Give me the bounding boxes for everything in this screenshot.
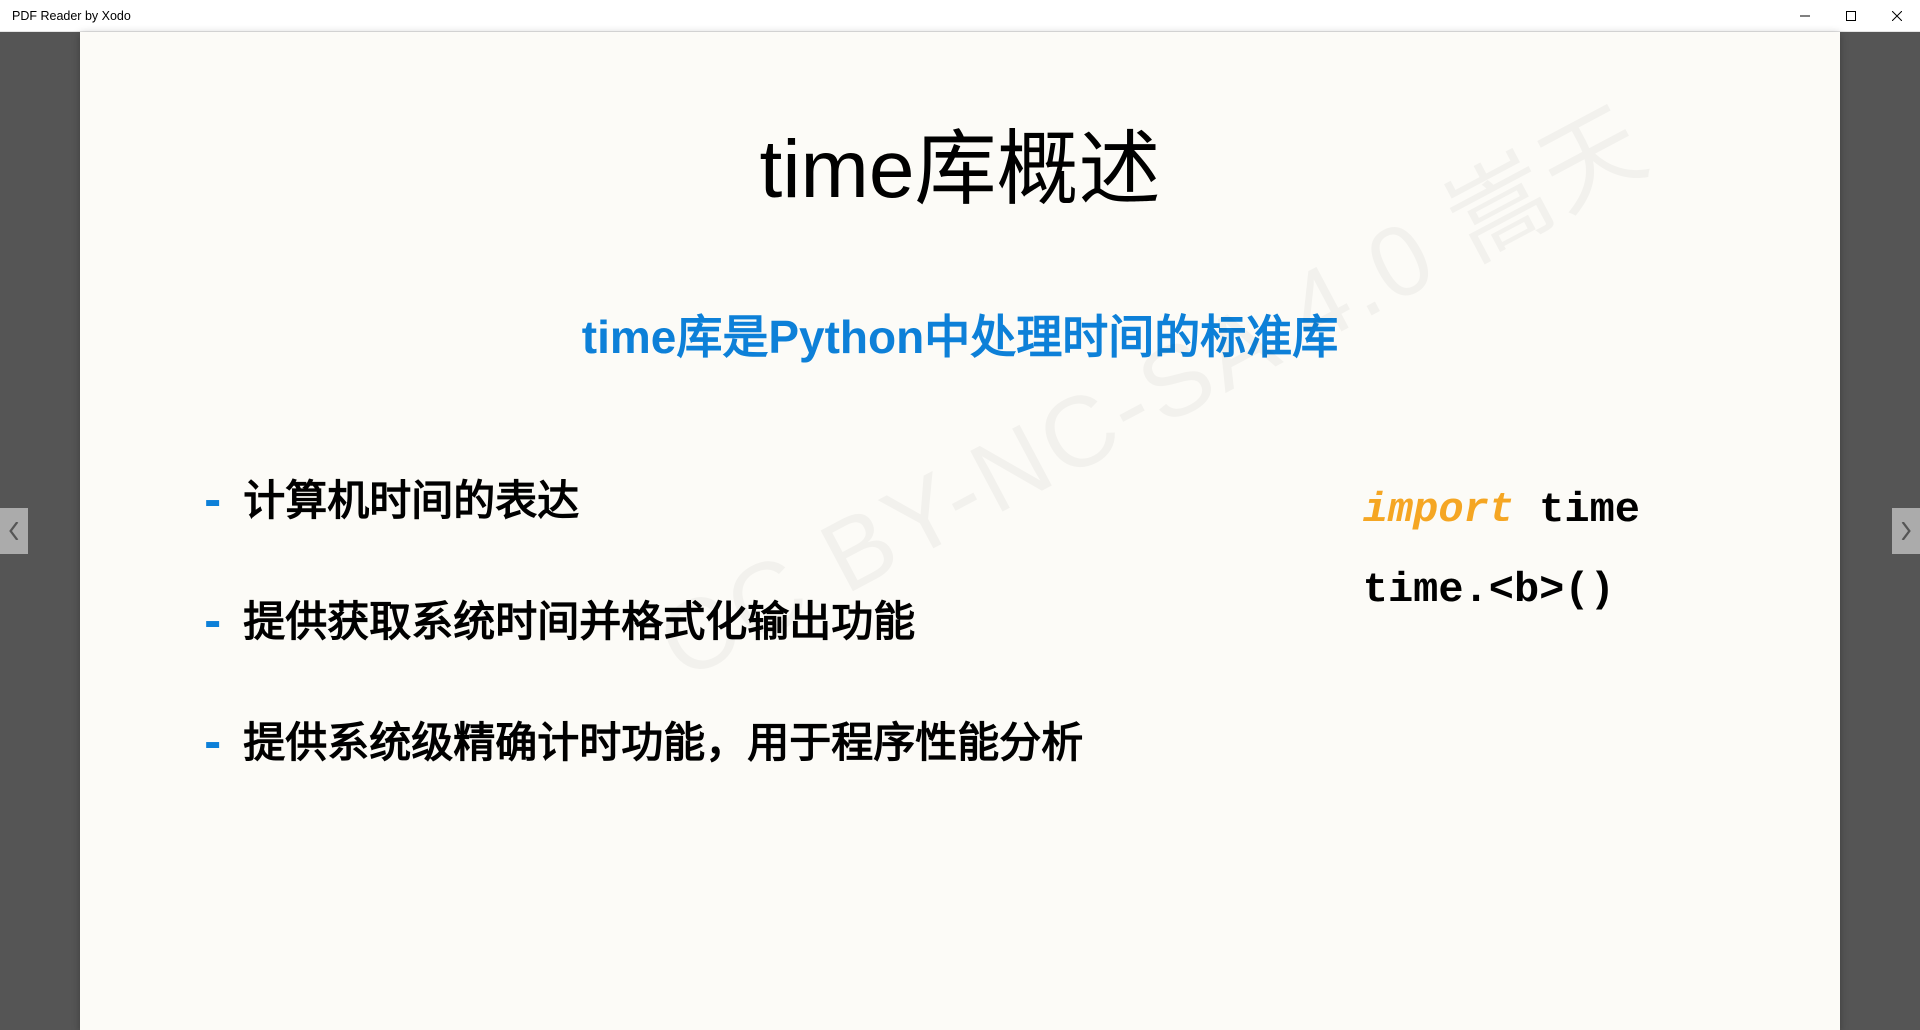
bullet-text: 提供系统级精确计时功能，用于程序性能分析	[243, 709, 1083, 770]
window-title: PDF Reader by Xodo	[12, 9, 131, 23]
pdf-page: CC BY-NC-SA 4.0 嵩天 time库概述 time库是Python中…	[80, 32, 1840, 1030]
close-icon	[1892, 11, 1902, 21]
code-keyword: import	[1363, 486, 1514, 534]
window-controls	[1782, 0, 1920, 31]
code-line: time.<b>()	[1363, 551, 1640, 631]
code-block: import time time.<b>()	[1363, 467, 1740, 631]
bullet-marker: -	[200, 718, 225, 767]
code-line: import time	[1363, 471, 1640, 551]
bullet-text: 提供获取系统时间并格式化输出功能	[243, 588, 915, 649]
minimize-button[interactable]	[1782, 0, 1828, 31]
chevron-left-icon	[8, 522, 20, 540]
bullet-marker: -	[200, 597, 225, 646]
content-row: - 计算机时间的表达 - 提供获取系统时间并格式化输出功能 - 提供系统级精确计…	[180, 467, 1740, 830]
bullet-marker: -	[200, 476, 225, 525]
next-page-button[interactable]	[1892, 508, 1920, 554]
list-item: - 计算机时间的表达	[200, 467, 1323, 528]
maximize-button[interactable]	[1828, 0, 1874, 31]
code-text: time	[1514, 486, 1640, 534]
list-item: - 提供系统级精确计时功能，用于程序性能分析	[200, 709, 1323, 770]
slide-subtitle: time库是Python中处理时间的标准库	[180, 301, 1740, 367]
prev-page-button[interactable]	[0, 508, 28, 554]
page-area: CC BY-NC-SA 4.0 嵩天 time库概述 time库是Python中…	[0, 32, 1920, 1030]
maximize-icon	[1846, 11, 1856, 21]
bullet-text: 计算机时间的表达	[243, 467, 579, 528]
minimize-icon	[1800, 11, 1810, 21]
code-text: time.<b>()	[1363, 566, 1615, 614]
chevron-right-icon	[1900, 522, 1912, 540]
titlebar: PDF Reader by Xodo	[0, 0, 1920, 32]
bullet-list: - 计算机时间的表达 - 提供获取系统时间并格式化输出功能 - 提供系统级精确计…	[180, 467, 1323, 830]
slide-title: time库概述	[180, 102, 1740, 221]
close-button[interactable]	[1874, 0, 1920, 31]
pdf-viewer: CC BY-NC-SA 4.0 嵩天 time库概述 time库是Python中…	[0, 32, 1920, 1030]
list-item: - 提供获取系统时间并格式化输出功能	[200, 588, 1323, 649]
